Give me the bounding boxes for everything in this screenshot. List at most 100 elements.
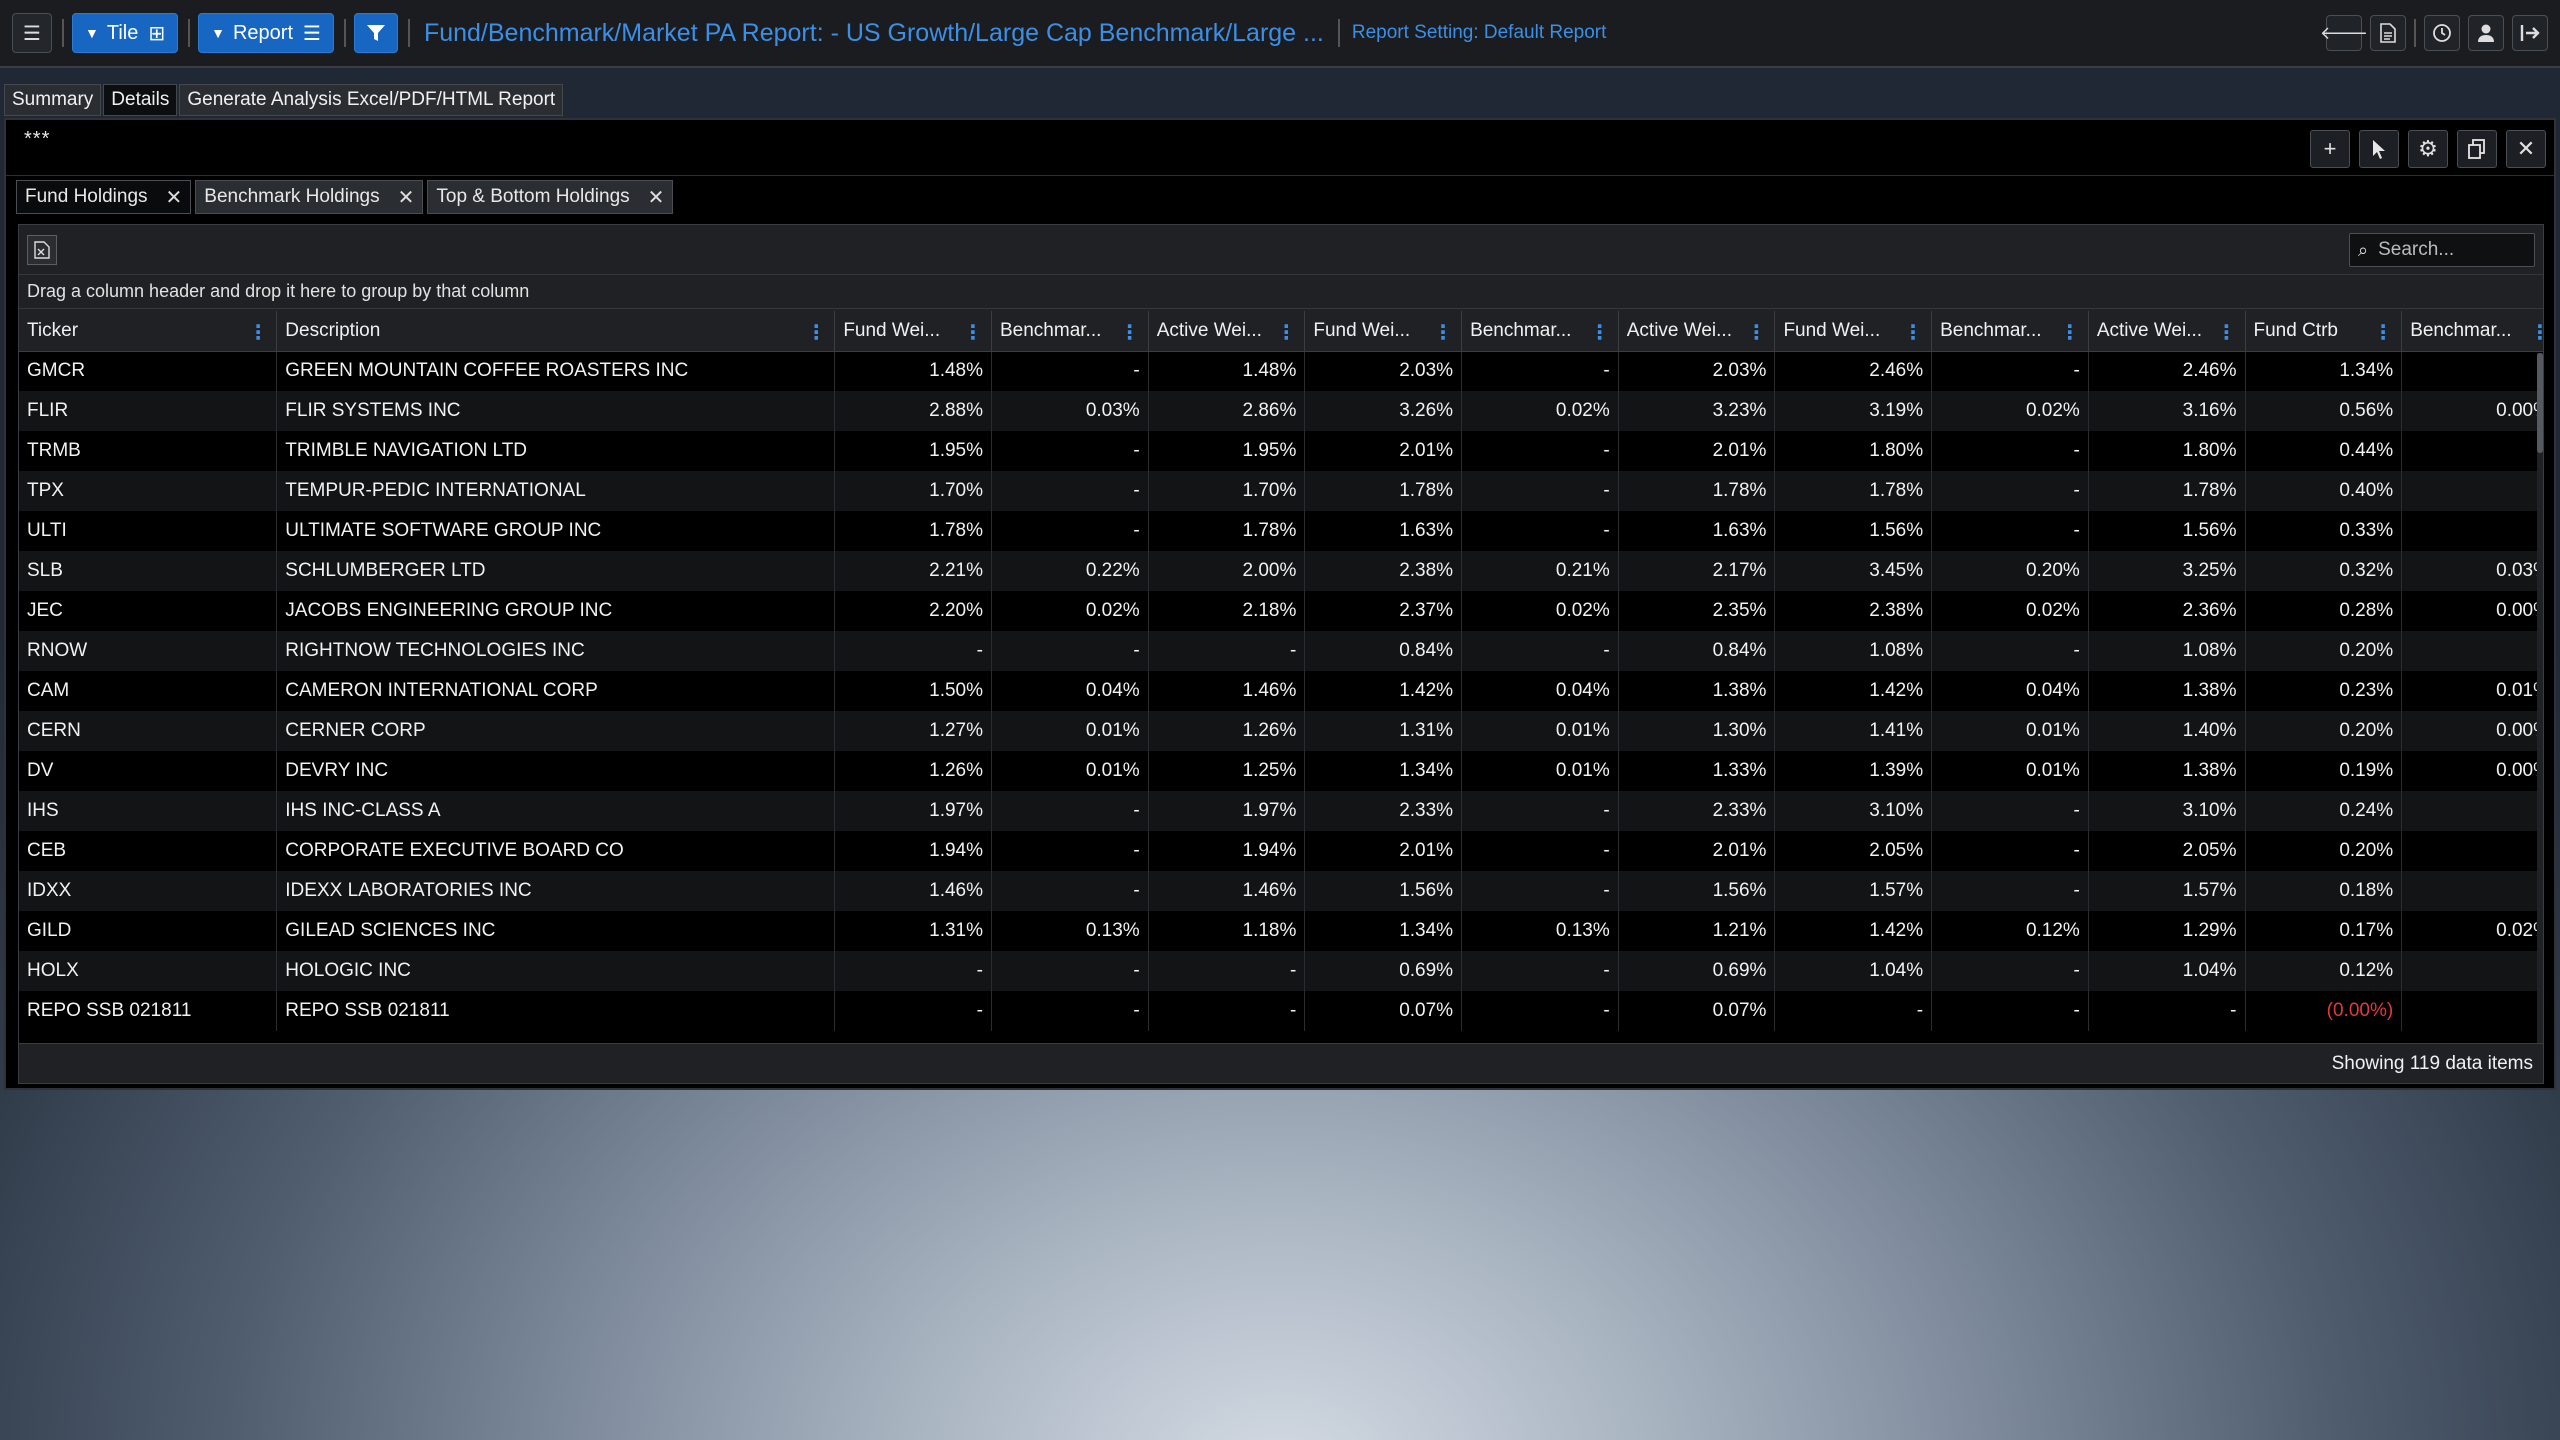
ticker-cell: REPO SSB 021811 [19,991,278,1031]
table-row[interactable]: DV DEVRY INC 1.26% 0.01% 1.25% 1.34% 0.01% 1.33… [19,751,2543,791]
table-row[interactable]: TRMB TRIMBLE NAVIGATION LTD 1.95% -1.95% 2.0… [19,431,2543,471]
value-cell: (0.00%) [2245,991,2403,1031]
group-panel-hint[interactable]: Drag a column header and drop it here to… [19,275,2543,309]
table-row[interactable]: REPO SSB 021811 REPO SSB 021811- - -0.07% -0… [19,991,2543,1031]
panel-ellipsis[interactable]: *** [24,128,50,151]
column-menu-icon[interactable]: ⋮ [248,320,268,345]
user-button[interactable] [2468,15,2504,51]
column-menu-icon[interactable]: ⋮ [2217,320,2237,345]
hamburger-menu-button[interactable]: ☰ [12,13,52,53]
column-menu-icon[interactable]: ⋮ [2530,320,2543,345]
report-button[interactable]: ▼ Report ☰ [198,13,334,53]
table-row[interactable]: CERN CERNER CORP 1.27% 0.01% 1.26% 1.31% 0.01%… [19,711,2543,751]
column-menu-icon[interactable]: ⋮ [1433,320,1453,345]
table-row[interactable]: GILD GILEAD SCIENCES INC 1.31% 0.13% 1.18% 1.… [19,911,2543,951]
column-menu-icon[interactable]: ⋮ [806,320,826,345]
export-excel-button[interactable] [27,235,57,265]
value-cell: - [991,631,1149,671]
scroll-thumb[interactable] [2537,353,2543,453]
value-cell: - [1148,951,1306,991]
tab-generate-report[interactable]: Generate Analysis Excel/PDF/HTML Report [179,84,564,116]
back-button[interactable]: 🡐 [2320,15,2368,51]
column-header[interactable]: Active Wei... ⋮ [1618,311,1776,352]
column-header[interactable]: Ticker ⋮ [19,311,278,352]
plus-icon: + [2323,136,2337,161]
table-row[interactable]: IHS IHS INC-CLASS A 1.97% -1.97% 2.33% -2.33%… [19,791,2543,831]
column-header[interactable]: Fund Wei... ⋮ [1304,311,1463,352]
value-cell: 2.38% [1304,551,1463,591]
value-cell: 1.70% [1148,471,1306,511]
value-cell: 1.63% [1304,511,1463,551]
top-bar: ☰ ▼ Tile ⊞ ▼ Report ☰ Fund/Benchmark/Mar… [0,0,2560,68]
column-menu-icon[interactable]: ⋮ [2060,320,2080,345]
value-cell: 1.78% [1618,471,1776,511]
search-input[interactable] [2378,239,2519,261]
table-row[interactable]: GMCR GREEN MOUNTAIN COFFEE ROASTERS INC 1.… [19,351,2543,391]
value-cell: 2.01% [1304,831,1463,871]
copy-button[interactable] [2457,130,2497,168]
filter-button[interactable] [353,13,398,53]
table-row[interactable]: IDXX IDEXX LABORATORIES INC 1.46% -1.46% 1.5… [19,871,2543,911]
tab-summary[interactable]: Summary [4,84,102,116]
ticker-cell: CERN [19,711,278,751]
column-header[interactable]: Active Wei... ⋮ [1148,311,1306,352]
column-menu-icon[interactable]: ⋮ [1276,320,1296,345]
column-menu-icon[interactable]: ⋮ [2373,320,2393,345]
column-header-label: Active Wei... [1156,319,1262,341]
close-icon[interactable]: ✕ [166,185,183,210]
tab-fund-holdings[interactable]: Fund Holdings ✕ [16,180,192,214]
column-header[interactable]: Benchmar... ⋮ [1461,311,1619,352]
table-row[interactable]: ULTI ULTIMATE SOFTWARE GROUP INC 1.78% -1.7… [19,511,2543,551]
table-row[interactable]: CAM CAMERON INTERNATIONAL CORP 1.50% 0.04% 1… [19,671,2543,711]
table-row[interactable]: SLB SCHLUMBERGER LTD 2.21% 0.22% 2.00% 2.38% 0… [19,551,2543,591]
select-button[interactable] [2359,130,2399,168]
value-cell: 1.08% [2088,631,2246,671]
tab-details[interactable]: Details [103,84,178,116]
close-icon[interactable]: ✕ [398,185,415,210]
tab-top-bottom-holdings[interactable]: Top & Bottom Holdings ✕ [427,180,674,214]
value-cell: 1.78% [2088,471,2246,511]
value-cell: - [1931,951,2089,991]
column-header[interactable]: Benchmar... ⋮ [2401,311,2543,352]
table-row[interactable]: FLIR FLIR SYSTEMS INC 2.88% 0.03% 2.86% 3.26%… [19,391,2543,431]
column-header[interactable]: Fund Ctrb ⋮ [2245,311,2403,352]
logout-button[interactable] [2512,15,2548,51]
value-cell: 0.56% [2245,391,2403,431]
value-cell: 2.17% [1618,551,1776,591]
vertical-scrollbar[interactable] [2537,353,2543,1045]
add-button[interactable]: + [2310,130,2350,168]
column-menu-icon[interactable]: ⋮ [1590,320,1610,345]
column-menu-icon[interactable]: ⋮ [963,320,983,345]
column-header[interactable]: Fund Wei... ⋮ [1774,311,1933,352]
column-menu-icon[interactable]: ⋮ [1120,320,1140,345]
table-row[interactable]: HOLX HOLOGIC INC - - -0.69% -0.69% 1.04% -1.04%… [19,951,2543,991]
column-header[interactable]: Description ⋮ [276,311,836,352]
tab-benchmark-holdings[interactable]: Benchmark Holdings ✕ [195,180,424,214]
column-menu-icon[interactable]: ⋮ [1903,320,1923,345]
value-cell: 1.08% [1774,631,1933,671]
table-row[interactable]: CEB CORPORATE EXECUTIVE BOARD CO 1.94% -1.9… [19,831,2543,871]
column-header[interactable]: Fund Wei... ⋮ [834,311,992,352]
close-icon[interactable]: ✕ [648,185,665,210]
column-header[interactable]: Benchmar... ⋮ [991,311,1149,352]
table-row[interactable]: JEC JACOBS ENGINEERING GROUP INC 2.20% 0.02… [19,591,2543,631]
close-panel-button[interactable]: ✕ [2506,130,2546,168]
column-header[interactable]: Active Wei... ⋮ [2088,311,2246,352]
tile-button[interactable]: ▼ Tile ⊞ [72,13,179,53]
column-header[interactable]: Benchmar... ⋮ [1931,311,2089,352]
document-button[interactable] [2370,15,2406,51]
value-cell: 1.46% [1148,871,1306,911]
history-button[interactable] [2424,15,2460,51]
report-setting-link[interactable]: Report Setting: Default Report [1352,22,1607,44]
logout-icon [2520,25,2540,41]
value-cell: 2.05% [2088,831,2246,871]
table-row[interactable]: RNOW RIGHTNOW TECHNOLOGIES INC - - -0.84% -0.… [19,631,2543,671]
value-cell: 1.80% [1774,431,1933,471]
table-row[interactable]: TPX TEMPUR-PEDIC INTERNATIONAL 1.70% -1.70%… [19,471,2543,511]
close-icon: ✕ [2516,136,2536,161]
column-menu-icon[interactable]: ⋮ [1746,320,1766,345]
value-cell: 3.10% [2088,791,2246,831]
settings-button[interactable]: ⚙ [2408,130,2448,168]
value-cell: - [1931,991,2089,1031]
value-cell: 0.07% [1618,991,1776,1031]
